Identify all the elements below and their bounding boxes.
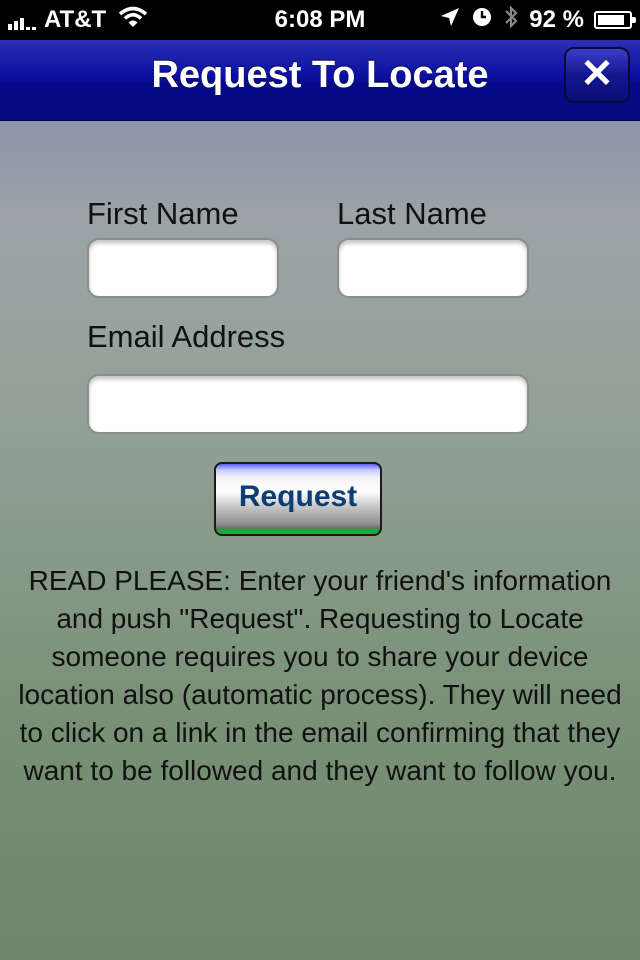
screen: AT&T 6:08 PM 92 % Request To Locate ✕ Fi… bbox=[0, 0, 640, 960]
location-arrow-icon bbox=[439, 6, 461, 35]
first-name-field[interactable] bbox=[87, 238, 279, 298]
first-name-label: First Name bbox=[87, 196, 239, 231]
last-name-field[interactable] bbox=[337, 238, 529, 298]
page-title: Request To Locate bbox=[151, 54, 489, 96]
email-label: Email Address bbox=[87, 319, 286, 354]
close-icon: ✕ bbox=[580, 52, 614, 96]
battery-percent: 92 % bbox=[529, 6, 584, 33]
close-button[interactable]: ✕ bbox=[564, 47, 630, 103]
status-bar: AT&T 6:08 PM 92 % bbox=[0, 0, 640, 40]
battery-charging-icon bbox=[594, 11, 636, 29]
last-name-label: Last Name bbox=[337, 196, 487, 231]
status-right: 92 % bbox=[429, 4, 636, 36]
request-button[interactable]: Request bbox=[214, 462, 382, 536]
email-field[interactable] bbox=[87, 374, 529, 434]
bluetooth-icon bbox=[503, 4, 519, 36]
clock-icon bbox=[471, 6, 493, 35]
nav-bar: Request To Locate ✕ bbox=[0, 40, 640, 121]
instructions-text: READ PLEASE: Enter your friend's informa… bbox=[18, 565, 622, 786]
